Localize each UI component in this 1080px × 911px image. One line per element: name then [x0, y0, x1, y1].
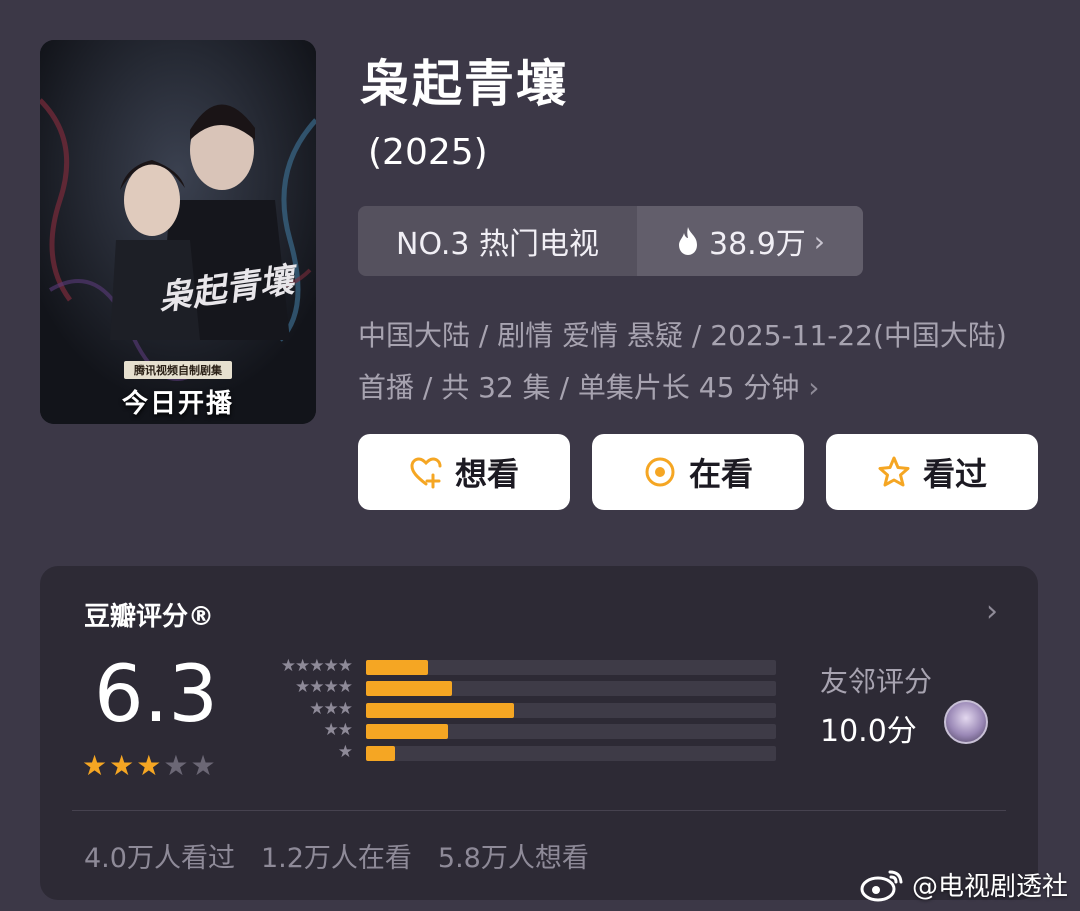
distribution-track	[366, 724, 776, 740]
star-filled-icon: ★	[82, 749, 108, 782]
rank-label[interactable]: NO.3 热门电视	[358, 206, 637, 276]
divider	[72, 810, 1006, 811]
distribution-stars-icon: ★★	[323, 720, 354, 741]
target-icon	[645, 457, 675, 487]
meta-info[interactable]: 中国大陆 / 剧情 爱情 悬疑 / 2025-11-22(中国大陆) 首播 / …	[358, 310, 1018, 414]
distribution-track	[366, 681, 776, 697]
want-button[interactable]: 想看	[358, 434, 570, 510]
heat-value: 38.9万	[709, 227, 806, 262]
distribution-track	[366, 660, 776, 675]
ranking-box[interactable]: NO.3 热门电视 38.9万 ›	[358, 206, 863, 276]
distribution-bar	[366, 745, 395, 761]
distribution-row: ★★	[256, 720, 786, 741]
heart-plus-icon	[410, 457, 442, 489]
watched-button[interactable]: 看过	[826, 434, 1038, 510]
stat-watching[interactable]: 1.2万人在看	[261, 836, 412, 875]
chevron-right-icon: ›	[808, 371, 820, 404]
watermark-text: @电视剧透社	[911, 872, 1068, 902]
star-filled-icon: ★	[136, 749, 162, 782]
watched-label: 看过	[922, 455, 987, 493]
friend-rating-score: 10.0分	[820, 714, 917, 749]
distribution-bar	[366, 681, 453, 697]
distribution-row: ★★★★	[256, 677, 786, 698]
page-title: 枭起青壤	[360, 55, 568, 113]
rating-score: 6.3	[94, 650, 219, 740]
star-empty-icon: ★	[163, 749, 189, 782]
distribution-bar	[366, 702, 514, 718]
distribution-row: ★	[256, 742, 786, 763]
score-stars: ★ ★ ★ ★ ★	[82, 752, 216, 780]
rating-card[interactable]: 豆瓣评分® › 6.3 ★ ★ ★ ★ ★ ★★★★★ ★★★★ ★★★ ★★ ★ 友邻评分 1…	[40, 566, 1038, 900]
poster-banner: 腾讯视频自制剧集 今日开播	[40, 361, 316, 424]
chevron-right-icon[interactable]: ›	[986, 594, 998, 629]
watermark: @电视剧透社	[860, 866, 1068, 903]
distribution-track	[366, 702, 776, 718]
star-outline-icon	[878, 456, 910, 487]
watching-button[interactable]: 在看	[592, 434, 804, 510]
poster-image[interactable]: 枭起青壤 腾讯视频自制剧集 今日开播	[40, 40, 316, 424]
distribution-track	[366, 745, 776, 761]
friend-rating-label: 友邻评分	[820, 665, 933, 698]
meta-text: 中国大陆 / 剧情 爱情 悬疑 / 2025-11-22(中国大陆) 首播 / …	[358, 319, 1007, 404]
rating-distribution: ★★★★★ ★★★★ ★★★ ★★ ★	[256, 656, 786, 763]
distribution-stars-icon: ★	[337, 741, 353, 762]
distribution-bar	[366, 724, 448, 740]
rating-title: 豆瓣评分®	[84, 602, 215, 632]
distribution-stars-icon: ★★★★	[295, 677, 353, 698]
poster-badge: 今日开播	[121, 389, 234, 419]
star-empty-icon: ★	[190, 749, 216, 782]
distribution-row: ★★★	[256, 699, 786, 720]
distribution-bar	[366, 660, 428, 675]
release-year: (2025)	[368, 132, 488, 173]
distribution-stars-icon: ★★★★★	[280, 656, 353, 676]
star-filled-icon: ★	[109, 749, 135, 782]
distribution-stars-icon: ★★★	[309, 698, 353, 719]
distribution-row: ★★★★★	[256, 656, 786, 677]
stat-watched[interactable]: 4.0万人看过	[84, 836, 235, 875]
flame-icon	[679, 227, 697, 255]
avatar[interactable]	[944, 700, 988, 744]
want-label: 想看	[454, 455, 519, 493]
chevron-right-icon: ›	[813, 224, 825, 258]
heat-badge[interactable]: 38.9万 ›	[637, 206, 863, 276]
weibo-icon	[860, 870, 903, 901]
audience-stats: 4.0万人看过 1.2万人在看 5.8万人想看	[84, 836, 589, 875]
watching-label: 在看	[688, 455, 753, 493]
stat-want[interactable]: 5.8万人想看	[438, 836, 589, 875]
poster-subtitle: 腾讯视频自制剧集	[124, 361, 232, 379]
